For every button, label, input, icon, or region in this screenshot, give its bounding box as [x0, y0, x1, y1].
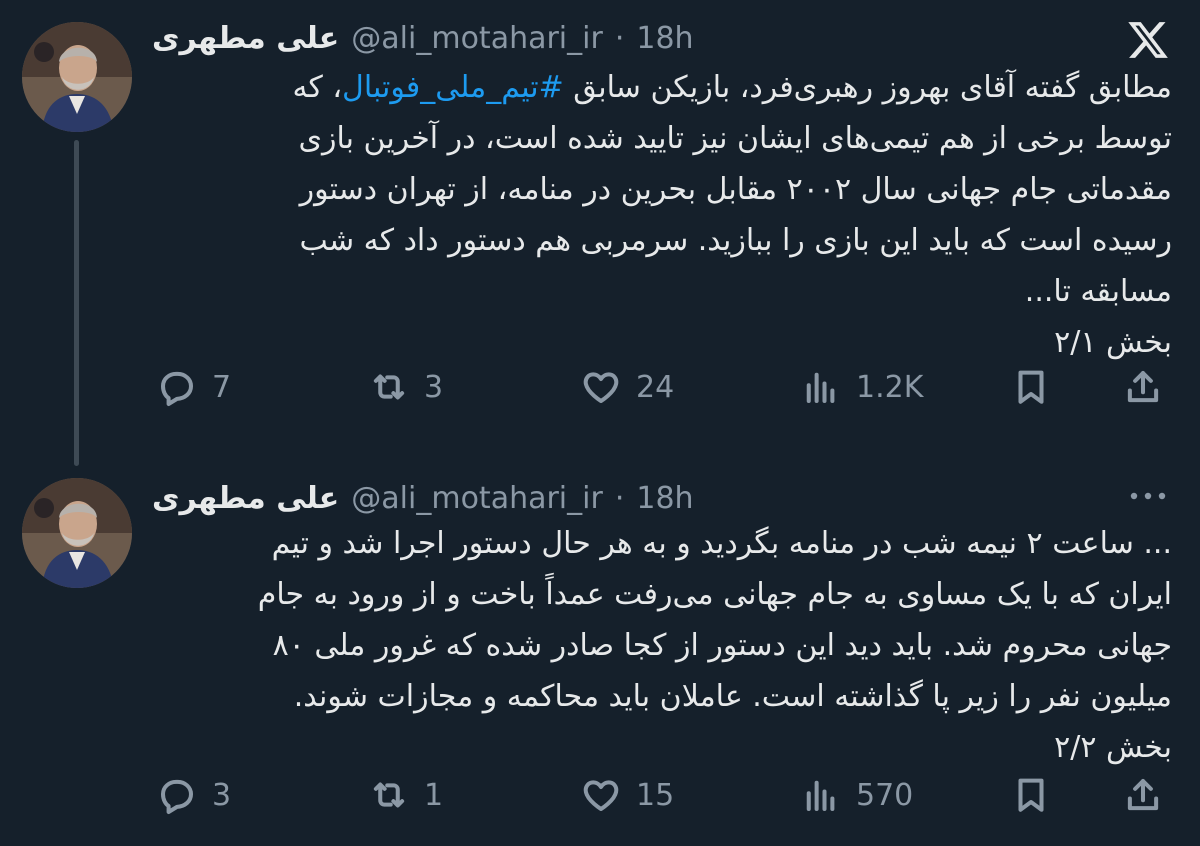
view-count: 1.2K: [856, 369, 924, 405]
views-icon: [806, 372, 835, 404]
more-icon[interactable]: [1126, 486, 1170, 506]
tweet-1[interactable]: علی مطهری @ali_motahari_ir · 18h مطابق گ…: [0, 0, 1200, 466]
tweet-line: توسط برخی از هم تیمی‌های ایشان نیز تایید…: [298, 121, 1172, 156]
share-button[interactable]: [1122, 774, 1164, 816]
x-logo-icon[interactable]: [1126, 18, 1170, 62]
tweet-line: میلیون نفر را زیر پا گذاشته است. عاملان …: [293, 679, 1172, 714]
tweet-header: علی مطهری @ali_motahari_ir · 18h: [152, 476, 694, 520]
tweet-text: ... ساعت ۲ نیمه شب در منامه بگردید و به …: [150, 518, 1172, 773]
share-icon: [1127, 778, 1159, 811]
retweet-count: 1: [424, 777, 444, 813]
tweet-2[interactable]: علی مطهری @ali_motahari_ir · 18h ... ساع…: [0, 460, 1200, 846]
reply-icon: [160, 371, 194, 406]
bookmark-button[interactable]: [1010, 774, 1052, 816]
timestamp[interactable]: 18h: [636, 21, 693, 56]
author-handle[interactable]: @ali_motahari_ir: [351, 21, 603, 56]
views-button[interactable]: 570: [800, 774, 913, 816]
like-count: 15: [636, 777, 675, 813]
tweet-line: رسیده است که باید این بازی را ببازید. سر…: [299, 223, 1172, 258]
like-button[interactable]: 24: [580, 366, 674, 408]
tweet-actions: 7 3 24 1.2K: [150, 360, 1178, 414]
author-handle[interactable]: @ali_motahari_ir: [351, 481, 603, 516]
reply-button[interactable]: 7: [156, 366, 231, 408]
timestamp[interactable]: 18h: [636, 481, 693, 516]
reply-count: 3: [212, 777, 232, 813]
separator-dot: ·: [614, 20, 625, 56]
retweet-icon: [373, 782, 405, 808]
retweet-count: 3: [424, 369, 444, 405]
tweet-actions: 3 1 15 570: [150, 768, 1178, 822]
view-count: 570: [856, 777, 914, 813]
author-name[interactable]: علی مطهری: [152, 21, 339, 56]
like-count: 24: [636, 369, 675, 405]
hashtag-link[interactable]: #تیم_ملی_فوتبال: [342, 70, 564, 105]
retweet-button[interactable]: 1: [368, 774, 443, 816]
tweet-line: ایران که با یک مساوی به جام جهانی می‌رفت…: [257, 577, 1172, 612]
heart-icon: [583, 372, 619, 404]
avatar[interactable]: [22, 478, 132, 588]
reply-count: 7: [212, 369, 232, 405]
reply-button[interactable]: 3: [156, 774, 231, 816]
thread-connector-line: [74, 140, 79, 466]
tweet-line: مطابق گفته آقای بهروز رهبری‌فرد، بازیکن …: [150, 62, 1172, 113]
retweet-button[interactable]: 3: [368, 366, 443, 408]
reply-icon: [160, 779, 194, 814]
tweet-line: ... ساعت ۲ نیمه شب در منامه بگردید و به …: [271, 526, 1172, 561]
views-icon: [806, 780, 835, 812]
tweet-line: مقدماتی جام جهانی سال ۲۰۰۲ مقابل بحرین د…: [299, 172, 1172, 207]
separator-dot: ·: [614, 480, 625, 516]
avatar-photo: [22, 22, 132, 132]
bookmark-button[interactable]: [1010, 366, 1052, 408]
share-button[interactable]: [1122, 366, 1164, 408]
avatar-photo: [22, 478, 132, 588]
tweet-line: مسابقه تا...: [1024, 274, 1172, 309]
bookmark-icon: [1018, 370, 1044, 404]
bookmark-icon: [1018, 778, 1044, 812]
tweet-header: علی مطهری @ali_motahari_ir · 18h: [152, 16, 694, 60]
share-icon: [1127, 370, 1159, 403]
tweet-text-segment: مطابق گفته آقای بهروز رهبری‌فرد، بازیکن …: [563, 70, 1172, 105]
avatar[interactable]: [22, 22, 132, 132]
views-button[interactable]: 1.2K: [800, 366, 923, 408]
like-button[interactable]: 15: [580, 774, 674, 816]
tweet-line: جهانی محروم شد. باید دید این دستور از کج…: [272, 628, 1172, 663]
tweet-line: بخش ۲/۲: [1054, 730, 1172, 765]
tweet-text-segment: ، که: [292, 70, 343, 105]
heart-icon: [583, 780, 619, 812]
retweet-icon: [373, 374, 405, 400]
tweet-text: مطابق گفته آقای بهروز رهبری‌فرد، بازیکن …: [150, 62, 1172, 368]
author-name[interactable]: علی مطهری: [152, 481, 339, 516]
